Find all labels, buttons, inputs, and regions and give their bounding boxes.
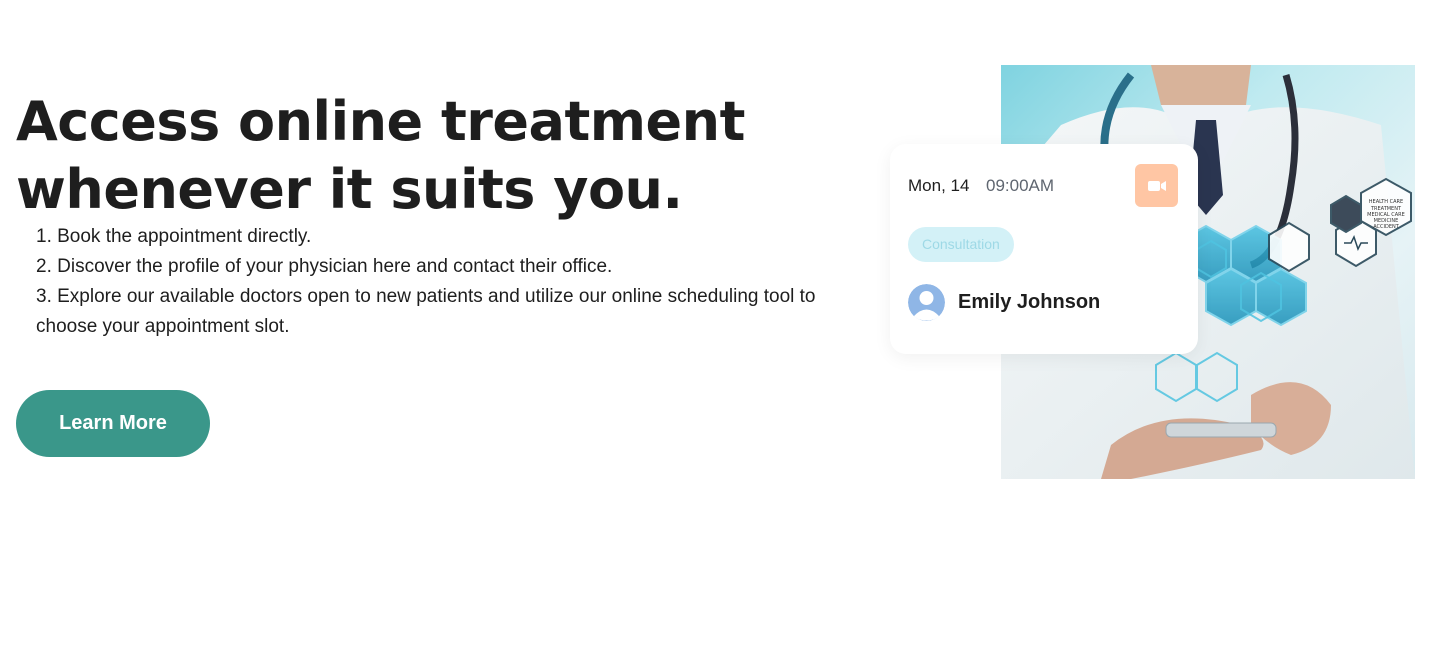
svg-text:ACCIDENT: ACCIDENT xyxy=(1373,224,1400,230)
page: Access online treatment whenever it suit… xyxy=(0,0,1433,650)
appointment-time: 09:00AM xyxy=(986,176,1055,195)
list-item: 2. Discover the profile of your physicia… xyxy=(36,256,613,277)
video-call-button[interactable] xyxy=(1135,164,1178,207)
list-item: 1. Book the appointment directly. xyxy=(36,226,312,247)
steps-list: 1. Book the appointment directly. 2. Dis… xyxy=(36,222,876,342)
appointment-card[interactable]: Mon, 14 09:00AM Consultation Emily Johns… xyxy=(890,144,1198,354)
image-label-text: HEALTH CARE xyxy=(1369,199,1403,205)
video-camera-icon xyxy=(1147,180,1166,191)
patient-name: Emily Johnson xyxy=(958,291,1101,313)
learn-more-button[interactable]: Learn More xyxy=(16,390,210,457)
list-item: 3. Explore our available doctors open to… xyxy=(36,286,816,337)
appointment-date: Mon, 14 xyxy=(908,176,970,195)
user-avatar-icon xyxy=(908,284,945,321)
page-title: Access online treatment whenever it suit… xyxy=(16,90,745,221)
consultation-tag: Consultation xyxy=(908,227,1014,262)
